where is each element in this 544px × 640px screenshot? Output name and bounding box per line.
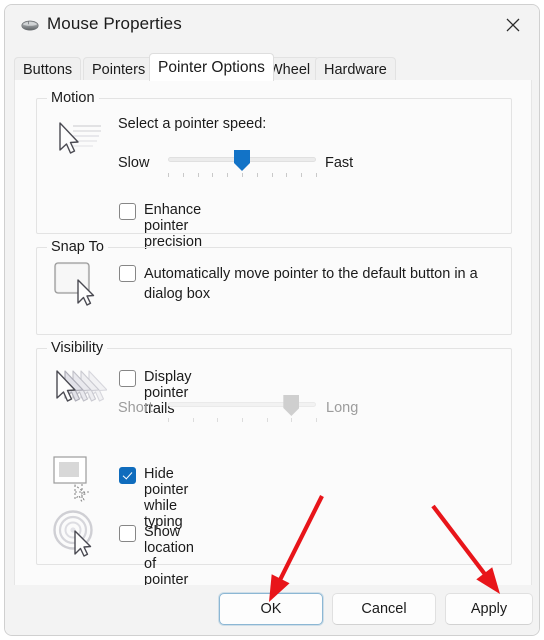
trails-short-label: Short: [118, 400, 153, 416]
tab-pointer-options[interactable]: Pointer Options: [149, 53, 274, 81]
tab-pointers[interactable]: Pointers: [83, 57, 155, 81]
visibility-group: Visibility Display pointer trails Short: [36, 340, 512, 635]
window-title: Mouse Properties: [47, 14, 182, 33]
visibility-group-label: Visibility: [47, 340, 108, 356]
mouse-properties-dialog: Mouse Properties Buttons Pointers Pointe…: [4, 4, 540, 636]
default-button-pointer-icon: [52, 260, 104, 311]
pointer-options-page: Motion Select a pointer speed: Slow Fast…: [14, 80, 532, 635]
motion-group: Motion Select a pointer speed: Slow Fast…: [36, 90, 512, 250]
snap-to-group: Snap To Automatically move pointer to th…: [36, 239, 512, 335]
enhance-precision-label: Enhance pointer precision: [144, 202, 203, 250]
slider-slow-label: Slow: [118, 155, 150, 171]
pointer-motion-icon: [51, 117, 105, 166]
slider-fast-label: Fast: [325, 155, 354, 171]
close-icon[interactable]: [493, 9, 533, 41]
locate-pointer-icon: [51, 509, 105, 564]
motion-group-label: Motion: [47, 90, 99, 106]
dialog-button-bar: OK Cancel Apply: [5, 585, 539, 635]
tab-buttons[interactable]: Buttons: [14, 57, 82, 81]
pointer-speed-slider[interactable]: [168, 149, 317, 177]
snap-to-group-label: Snap To: [47, 239, 108, 255]
pointer-trails-ticks: [168, 418, 317, 424]
show-location-checkbox[interactable]: [119, 525, 136, 542]
mouse-icon: [21, 17, 39, 33]
ok-button[interactable]: OK: [219, 593, 323, 625]
tab-hardware[interactable]: Hardware: [315, 57, 396, 81]
snap-to-default-label: Automatically move pointer to the defaul…: [144, 266, 478, 302]
pointer-speed-thumb[interactable]: [234, 150, 250, 171]
hide-while-typing-label: Hide pointer while typing: [144, 466, 189, 530]
display-trails-checkbox[interactable]: [119, 370, 136, 387]
pointer-speed-ticks: [168, 173, 317, 179]
enhance-precision-checkbox[interactable]: [119, 203, 136, 220]
tab-strip: Buttons Pointers Pointer Options Wheel H…: [5, 53, 539, 81]
snap-to-default-checkbox[interactable]: [119, 265, 136, 282]
hide-while-typing-checkbox[interactable]: [119, 467, 136, 484]
cancel-button[interactable]: Cancel: [332, 593, 436, 625]
pointer-speed-label: Select a pointer speed:: [118, 116, 267, 132]
pointer-trails-slider[interactable]: [168, 394, 317, 422]
title-bar: Mouse Properties: [5, 5, 539, 45]
pointer-trails-icon: [49, 367, 108, 418]
trails-long-label: Long: [326, 400, 359, 416]
apply-button[interactable]: Apply: [445, 593, 533, 625]
pointer-trails-thumb[interactable]: [283, 395, 300, 416]
hide-pointer-typing-icon: [51, 454, 105, 507]
